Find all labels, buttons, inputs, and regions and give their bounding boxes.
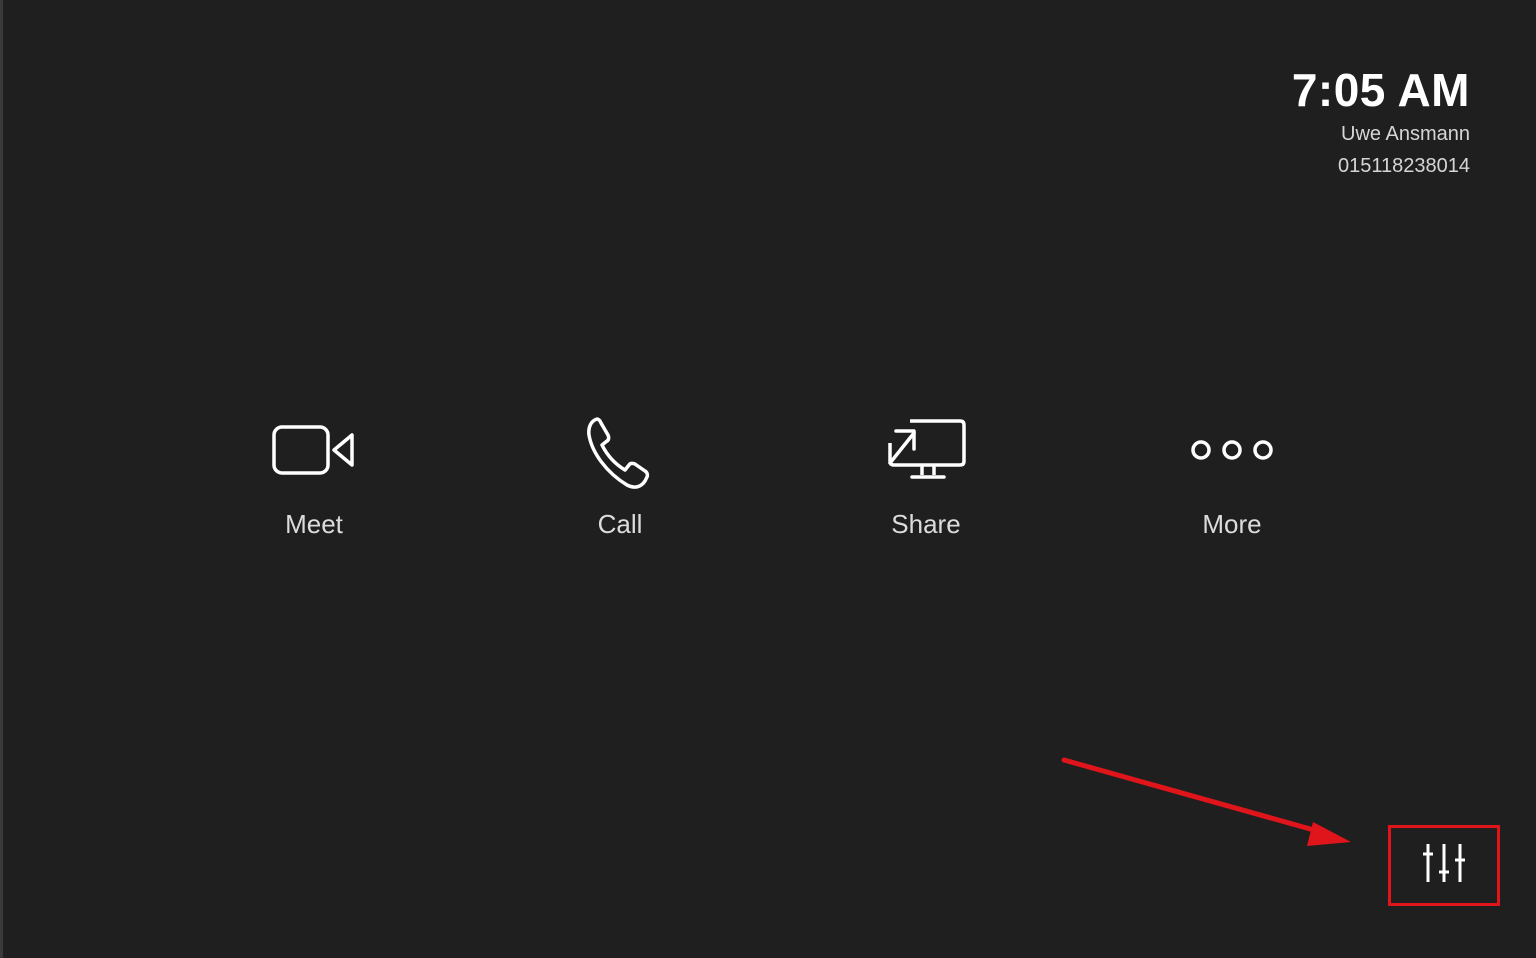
home-screen: 7:05 AM Uwe Ansmann 015118238014 Meet Ca… [0, 0, 1536, 958]
status-panel: 7:05 AM Uwe Ansmann 015118238014 [1292, 62, 1470, 182]
meet-label: Meet [285, 509, 343, 539]
user-name: Uwe Ansmann [1341, 123, 1470, 145]
call-button[interactable]: Call [540, 415, 700, 539]
phone-number: 015118238014 [1338, 155, 1470, 177]
more-dots-icon [1182, 415, 1282, 495]
screen-share-icon [876, 415, 976, 495]
more-label: More [1202, 509, 1262, 539]
call-label: Call [597, 509, 643, 539]
share-button[interactable]: Share [846, 415, 1006, 539]
sliders-icon [1422, 842, 1466, 889]
meet-button[interactable]: Meet [234, 415, 394, 539]
video-camera-icon [264, 415, 364, 495]
settings-button[interactable] [1388, 825, 1500, 906]
action-bar: Meet Call Share More [3, 415, 1536, 555]
phone-icon [570, 415, 670, 495]
more-button[interactable]: More [1152, 415, 1312, 539]
clock: 7:05 AM [1291, 64, 1470, 116]
share-label: Share [891, 509, 961, 539]
